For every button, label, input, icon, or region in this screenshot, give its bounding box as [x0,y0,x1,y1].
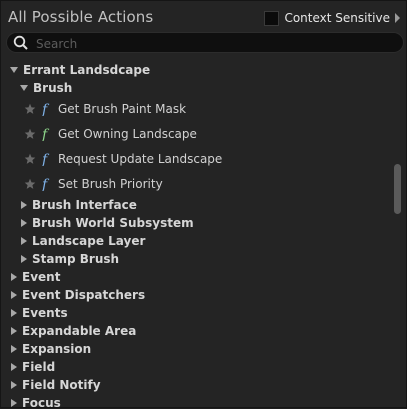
category-expansion[interactable]: Expansion [1,340,391,358]
category-label: Event Dispatchers [22,288,146,302]
category-label: Expandable Area [22,324,137,338]
star-icon[interactable] [24,178,36,190]
search-box[interactable] [6,32,404,53]
star-icon[interactable] [24,128,36,140]
panel-title: All Possible Actions [8,8,154,26]
category-label: Field Notify [22,378,101,392]
svg-text:f: f [41,152,50,166]
chevron-right-icon[interactable] [395,13,400,23]
subcategory-brush-world-subsystem[interactable]: Brush World Subsystem [1,214,391,232]
action-item-set-brush-priority[interactable]: f Set Brush Priority [1,173,391,195]
context-sensitive-label: Context Sensitive [284,11,390,25]
subcategory-landscape-layer[interactable]: Landscape Layer [1,232,391,250]
category-label: Errant Landsdcape [23,63,151,77]
subcategory-stamp-brush[interactable]: Stamp Brush [1,250,391,268]
category-label: Events [22,306,68,320]
subcategory-brush[interactable]: Brush [1,79,391,97]
context-sensitive-checkbox[interactable] [264,10,280,26]
action-item-get-brush-paint-mask[interactable]: f Get Brush Paint Mask [1,98,391,120]
svg-text:f: f [41,102,50,116]
action-label: Request Update Landscape [58,152,223,166]
category-label: Event [22,270,61,284]
collapse-arrow-icon[interactable] [11,363,17,371]
svg-text:f: f [41,177,50,191]
title-bar: All Possible Actions Context Sensitive [1,1,406,33]
action-menu-panel: All Possible Actions Context Sensitive E… [0,0,407,409]
subcategory-label: Brush [33,81,73,95]
action-tree: Errant Landsdcape Brush f Get Brush Pain… [1,59,391,409]
collapse-arrow-icon[interactable] [21,255,27,263]
collapse-arrow-icon[interactable] [11,309,17,317]
category-focus[interactable]: Focus [1,394,391,409]
subcategory-label: Stamp Brush [32,252,120,266]
subcategory-label: Brush World Subsystem [32,216,194,230]
collapse-arrow-icon[interactable] [11,381,17,389]
function-icon: f [41,127,50,141]
context-sensitive-toggle[interactable]: Context Sensitive [264,9,400,27]
category-field-notify[interactable]: Field Notify [1,376,391,394]
search-input[interactable] [34,34,398,53]
collapse-arrow-icon[interactable] [11,327,17,335]
action-label: Get Owning Landscape [58,127,197,141]
collapse-arrow-icon[interactable] [11,345,17,353]
category-label: Field [22,360,56,374]
subcategory-label: Brush Interface [32,198,137,212]
function-icon: f [41,177,50,191]
action-item-request-update-landscape[interactable]: f Request Update Landscape [1,148,391,170]
scrollbar-track[interactable] [394,59,402,404]
category-event-dispatchers[interactable]: Event Dispatchers [1,286,391,304]
action-label: Set Brush Priority [58,177,163,191]
function-icon: f [41,152,50,166]
function-icon: f [41,102,50,116]
action-item-get-owning-landscape[interactable]: f Get Owning Landscape [1,123,391,145]
category-expandable-area[interactable]: Expandable Area [1,322,391,340]
scrollbar-thumb[interactable] [394,164,401,214]
collapse-arrow-icon[interactable] [21,219,27,227]
collapse-arrow-icon[interactable] [11,399,17,407]
collapse-arrow-icon[interactable] [11,273,17,281]
subcategory-brush-interface[interactable]: Brush Interface [1,196,391,214]
star-icon[interactable] [24,153,36,165]
category-label: Expansion [22,342,92,356]
subcategory-label: Landscape Layer [32,234,146,248]
expand-arrow-icon[interactable] [10,67,18,73]
expand-arrow-icon[interactable] [20,85,28,91]
category-field[interactable]: Field [1,358,391,376]
action-label: Get Brush Paint Mask [58,102,187,116]
category-events[interactable]: Events [1,304,391,322]
category-label: Focus [22,396,61,409]
collapse-arrow-icon[interactable] [21,201,27,209]
svg-text:f: f [41,127,50,141]
star-icon[interactable] [24,103,36,115]
category-errant-landscape[interactable]: Errant Landsdcape [1,61,391,79]
search-icon [13,35,28,50]
collapse-arrow-icon[interactable] [21,237,27,245]
category-event[interactable]: Event [1,268,391,286]
collapse-arrow-icon[interactable] [11,291,17,299]
